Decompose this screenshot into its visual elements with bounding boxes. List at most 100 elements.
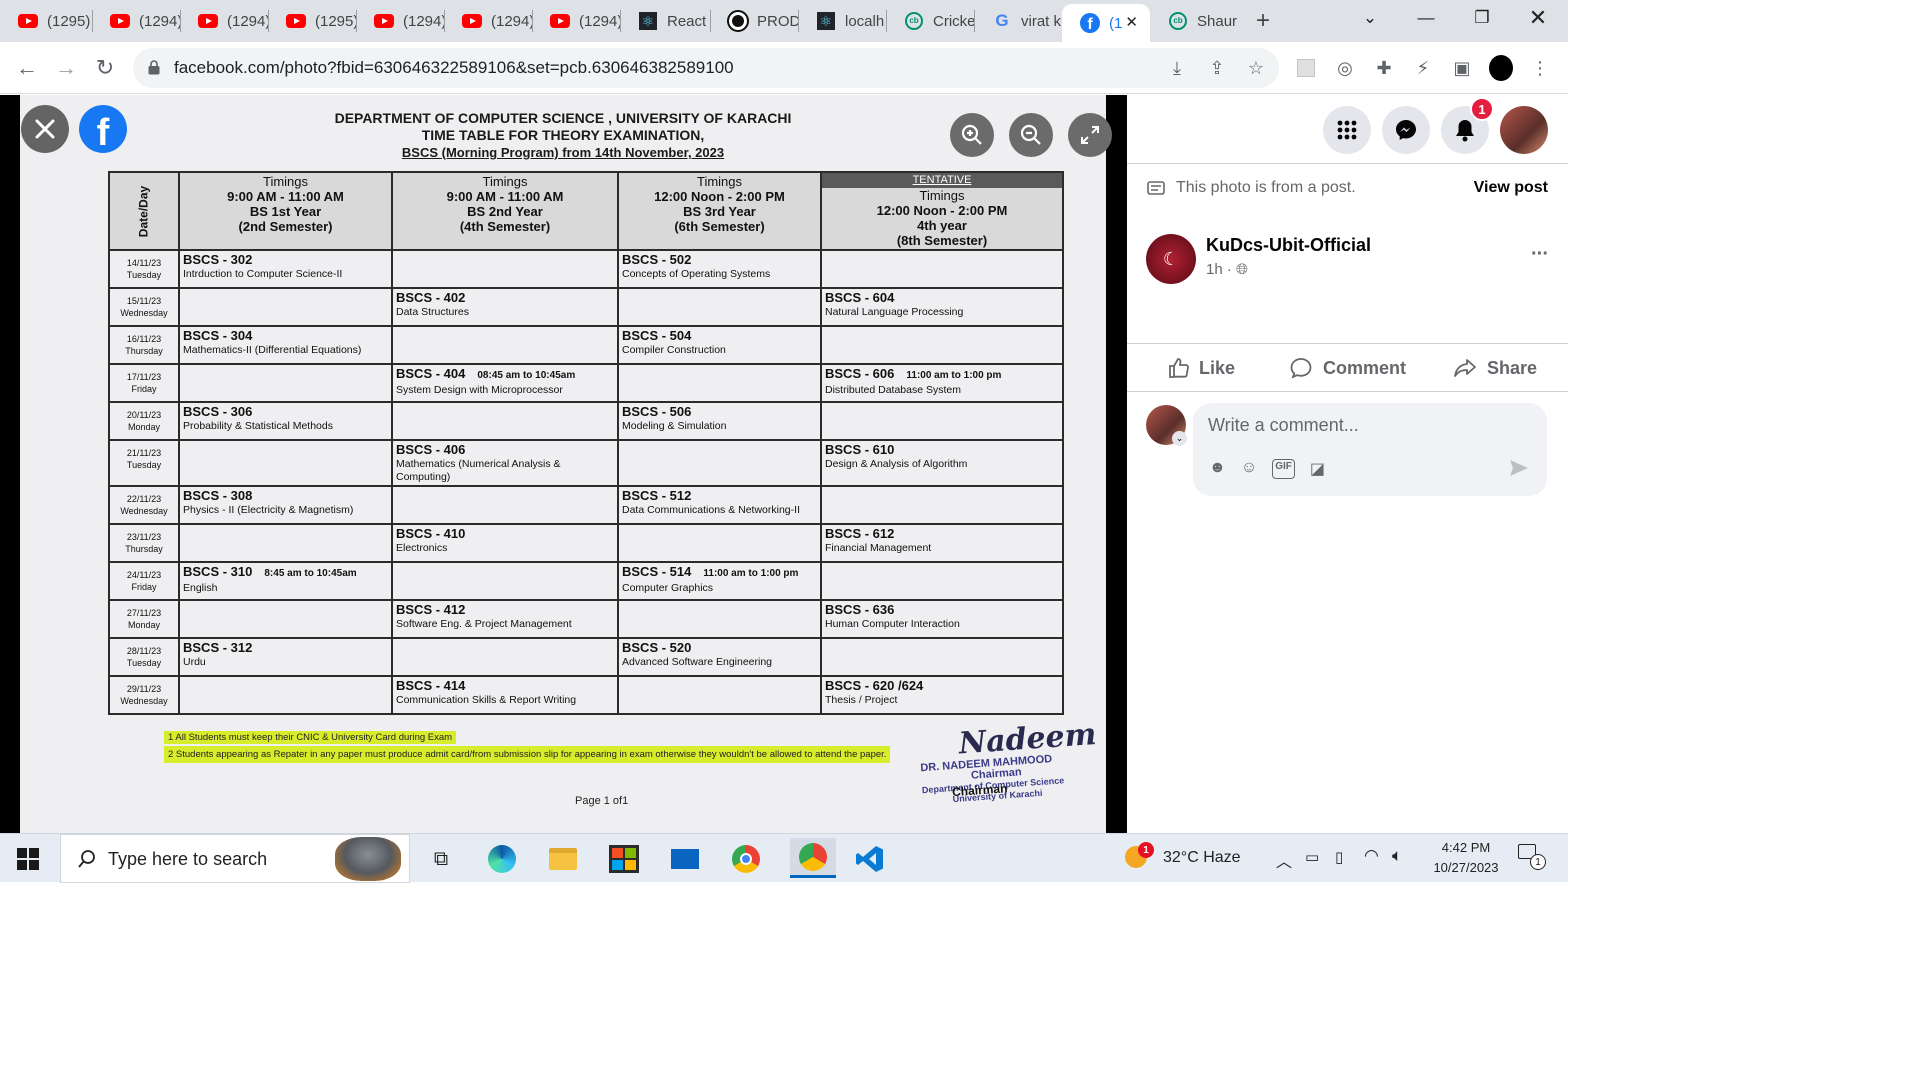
browser-tab[interactable]: PROD — [710, 6, 798, 36]
avatar-sticker-icon[interactable]: ☻ — [1209, 459, 1226, 479]
exam-cell — [617, 523, 822, 563]
tab-search-chevron-icon[interactable]: ⌄ — [1342, 0, 1398, 36]
account-avatar[interactable] — [1500, 106, 1548, 154]
comment-button[interactable]: Comment — [1289, 355, 1406, 381]
weather-text[interactable]: 32°C Haze — [1163, 849, 1241, 867]
date-day-header: Date/Day — [108, 171, 180, 251]
browser-tab[interactable]: (1294) — [180, 6, 268, 36]
side-panel-icon[interactable]: ▣ — [1450, 56, 1474, 80]
date-cell: 14/11/23 Tuesday — [108, 249, 180, 289]
browser-tab[interactable]: cb Shaur — [1150, 6, 1238, 36]
messenger-button[interactable] — [1382, 106, 1430, 154]
exam-cell: BSCS - 606 11:00 am to 1:00 pm Distributed… — [820, 363, 1064, 403]
profile-avatar[interactable] — [1489, 55, 1513, 81]
extension-camera-icon[interactable]: ◎ — [1333, 56, 1357, 80]
chrome-menu-icon[interactable]: ⋮ — [1528, 56, 1552, 80]
close-photo-button[interactable] — [21, 105, 69, 153]
mail-icon[interactable] — [668, 842, 702, 876]
comment-box[interactable]: Write a comment... ☻ ☺ GIF ◪ — [1193, 403, 1547, 496]
gif-icon[interactable]: GIF — [1272, 459, 1295, 479]
column-header: Timings 12:00 Noon - 2:00 PM BS 3rd Year (6… — [617, 171, 822, 251]
zoom-in-button[interactable] — [950, 113, 994, 157]
comment-input[interactable]: Write a comment... — [1208, 415, 1359, 436]
exam-cell: BSCS - 308 Physics - II (Electricity & Ma… — [178, 485, 393, 525]
bell-icon — [1456, 120, 1474, 142]
browser-tab[interactable]: (1294) — [92, 6, 180, 36]
facebook-icon: f — [1080, 13, 1100, 33]
timetable-row: 29/11/23 Wednesday BSCS - 414 Communication… — [108, 675, 1064, 715]
browser-tab[interactable]: (1294) — [532, 6, 620, 36]
microsoft-store-icon[interactable] — [607, 842, 641, 876]
share-icon[interactable]: ⇪ — [1205, 56, 1229, 80]
browser-tab[interactable]: cb Cricke — [886, 6, 974, 36]
year-label: BS 2nd Year — [467, 204, 543, 219]
zoom-in-icon — [961, 124, 982, 145]
divider — [1127, 343, 1568, 344]
zoom-out-button[interactable] — [1009, 113, 1053, 157]
edge-taskbar-icon[interactable] — [485, 842, 519, 876]
course-name: Design & Analysis of Algorithm — [825, 458, 968, 470]
browser-tab[interactable]: ⚛ localh — [798, 6, 886, 36]
browser-tab[interactable]: ⚛ React — [620, 6, 710, 36]
view-post-link[interactable]: View post — [1474, 179, 1548, 197]
fullscreen-button[interactable] — [1068, 113, 1112, 157]
extensions-puzzle-icon[interactable]: ✚ — [1372, 56, 1396, 80]
browser-tab[interactable]: Gvirat k — [974, 6, 1062, 36]
browser-tab[interactable]: (1295) — [0, 6, 92, 36]
browser-tab[interactable]: (1294) — [356, 6, 444, 36]
tab-title: Cricke — [933, 12, 974, 30]
address-bar[interactable]: facebook.com/photo?fbid=630646322589106&… — [133, 48, 1279, 88]
close-tab-icon[interactable]: ✕ — [1125, 13, 1138, 31]
menu-button[interactable] — [1323, 106, 1371, 154]
send-icon[interactable] — [1509, 459, 1529, 477]
system-clock[interactable]: 4:42 PM 10/27/2023 — [1418, 838, 1514, 878]
new-tab-button[interactable]: + — [1248, 6, 1288, 36]
tablet-icon[interactable]: ▯ — [1335, 848, 1343, 866]
from-post-text: This photo is from a post. — [1176, 179, 1356, 196]
facebook-logo[interactable]: f — [79, 105, 127, 154]
meet-now-icon[interactable]: ▭ — [1305, 848, 1319, 866]
start-button[interactable] — [11, 842, 45, 876]
course-name: Concepts of Operating Systems — [622, 268, 771, 280]
task-view-button[interactable]: ⧉ — [424, 842, 458, 876]
extension-grid-icon[interactable] — [1294, 56, 1318, 80]
restore-button[interactable]: ❐ — [1454, 0, 1510, 36]
browser-tab[interactable]: (1294) — [444, 6, 532, 36]
exam-cell: BSCS - 506 Modeling & Simulation — [617, 401, 822, 441]
sticker-icon[interactable]: ◪ — [1310, 459, 1325, 479]
emoji-icon[interactable]: ☺ — [1241, 459, 1257, 479]
more-options-button[interactable]: ··· — [1531, 243, 1549, 266]
close-window-button[interactable]: ✕ — [1510, 0, 1566, 36]
exam-cell — [178, 287, 393, 327]
chrome-taskbar-icon[interactable] — [729, 842, 763, 876]
time-range: 12:00 Noon - 2:00 PM — [654, 189, 785, 204]
messenger-icon — [1396, 120, 1416, 140]
chevron-down-icon[interactable]: ⌄ — [1172, 431, 1187, 446]
vscode-taskbar-icon[interactable] — [853, 842, 887, 876]
note-item: 2 Students appearing as Repater in any p… — [164, 746, 891, 763]
tab-title: virat k — [1021, 12, 1062, 30]
browser-tab[interactable]: (1295) — [268, 6, 356, 36]
chrome-profile-taskbar-icon[interactable] — [790, 838, 836, 878]
reload-button[interactable]: ↻ — [91, 54, 119, 82]
browser-tab[interactable]: f (1 ✕ — [1062, 4, 1150, 42]
action-center-button[interactable]: 1 — [1518, 844, 1548, 874]
taskbar-search-box[interactable]: Type here to search — [60, 834, 410, 883]
show-hidden-icons-chevron[interactable]: ︿ — [1276, 848, 1292, 872]
install-app-icon[interactable]: ⤓ — [1165, 56, 1189, 80]
exam-cell — [178, 675, 393, 715]
minimize-button[interactable]: — — [1398, 0, 1454, 36]
wifi-icon[interactable]: ◠ — [1364, 846, 1379, 866]
timetable-row: 20/11/23 Monday BSCS - 306 Probability & St… — [108, 401, 1064, 441]
forward-button[interactable]: → — [52, 54, 80, 82]
bookmark-star-icon[interactable]: ☆ — [1244, 56, 1268, 80]
share-button[interactable]: Share — [1453, 355, 1537, 381]
page-avatar[interactable]: ☾ — [1146, 234, 1196, 284]
post-author[interactable]: KuDcs-Ubit-Official — [1206, 235, 1371, 256]
volume-icon[interactable]: 🔈︎ — [1392, 846, 1402, 866]
file-explorer-icon[interactable] — [546, 842, 580, 876]
timetable-row: 15/11/23 Wednesday BSCS - 402 Data Structur… — [108, 287, 1064, 327]
performance-icon[interactable]: ⚡ — [1411, 56, 1435, 80]
back-button[interactable]: ← — [13, 54, 41, 82]
like-button[interactable]: Like — [1167, 355, 1235, 381]
